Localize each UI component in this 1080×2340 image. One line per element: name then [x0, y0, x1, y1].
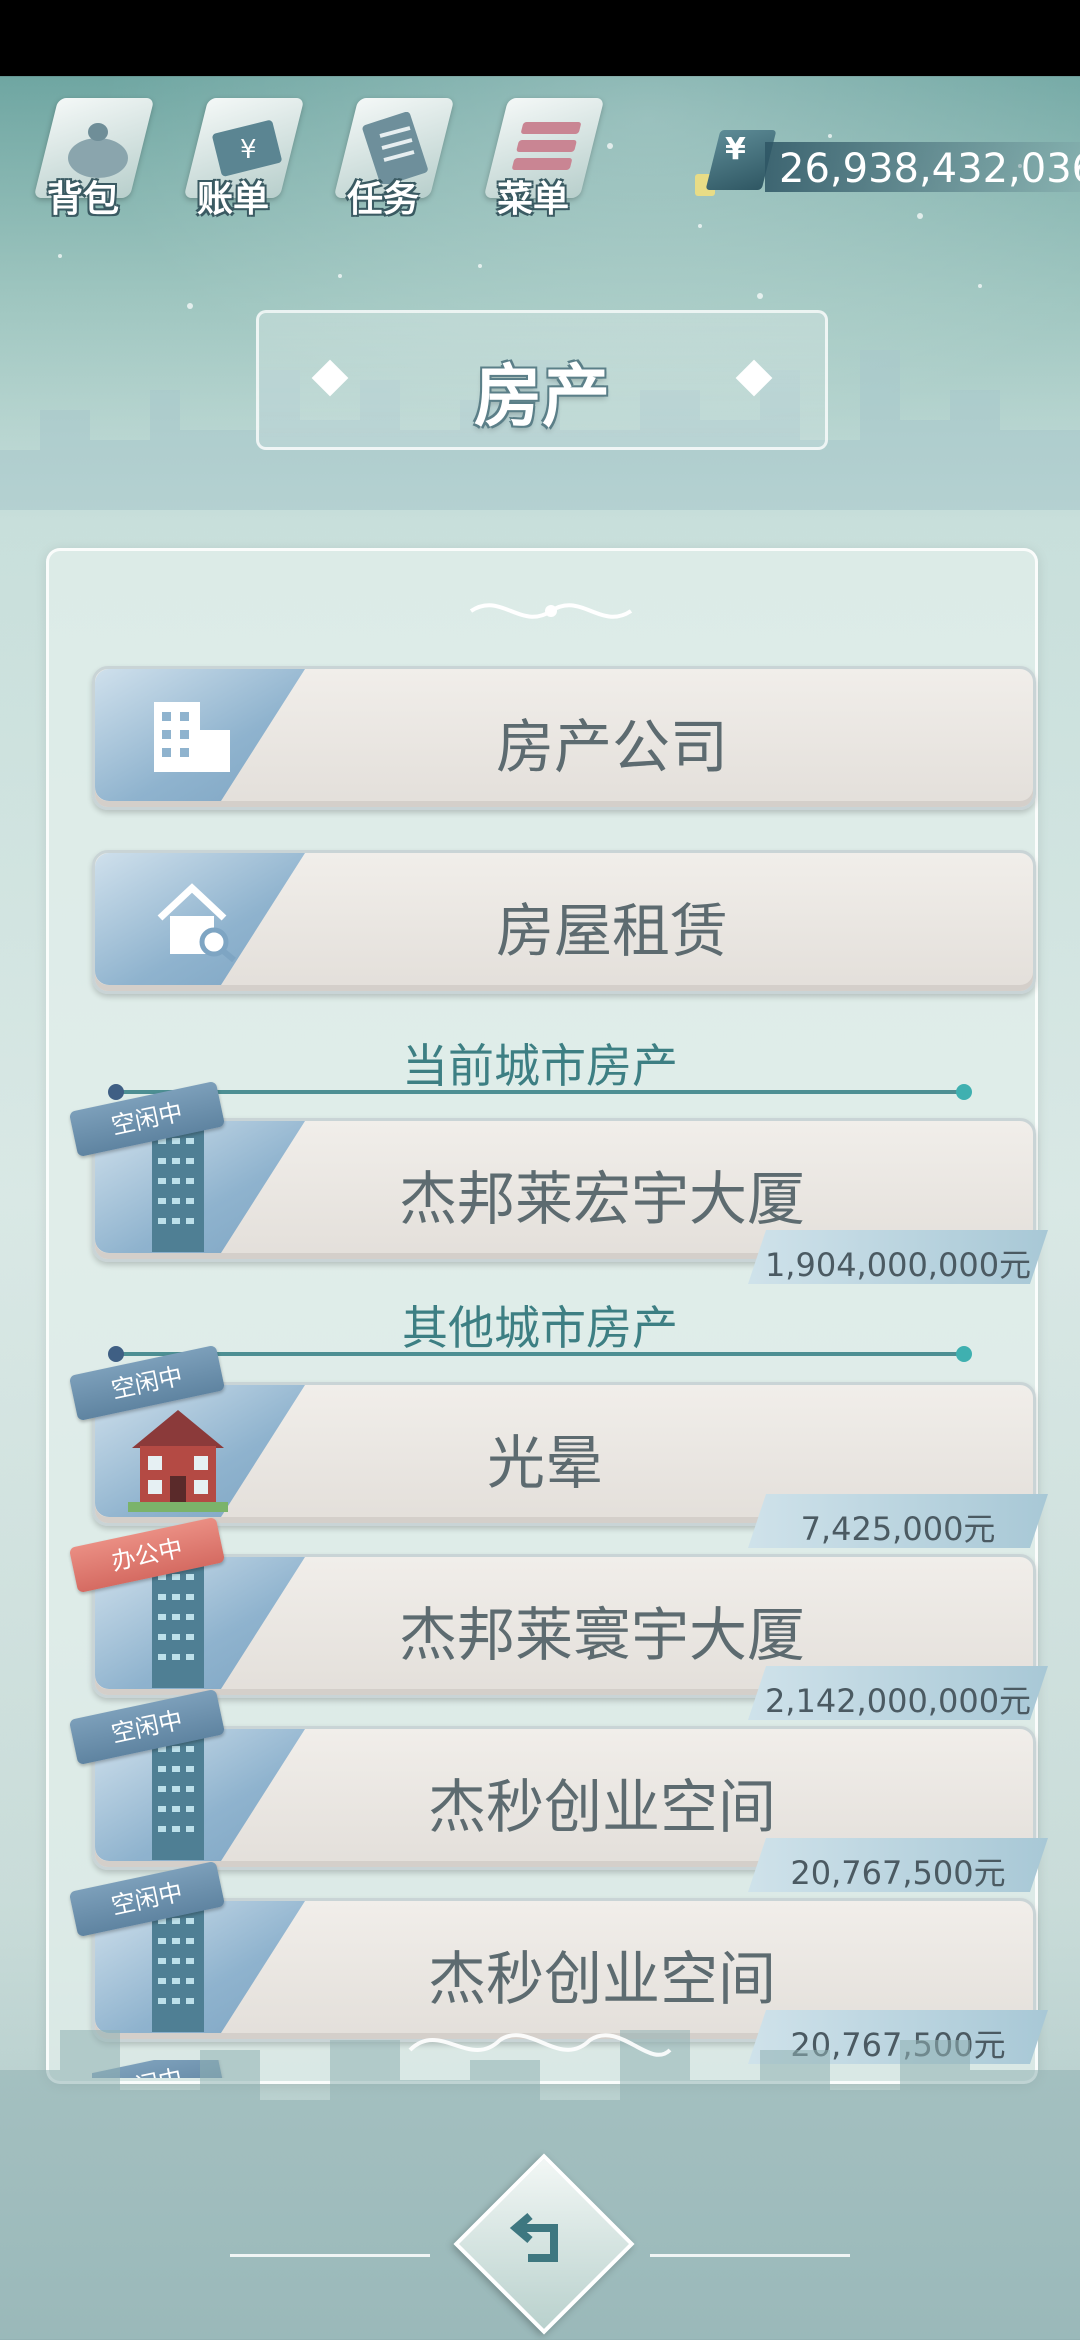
property-card[interactable]: 办公中 杰邦莱寰宇大厦 2,142,000,000元 — [68, 1516, 1048, 1720]
property-price: 20,767,500元 — [790, 1854, 1006, 1892]
property-company-label: 房产公司 — [495, 713, 728, 781]
bill-button[interactable]: ¥ 账单 — [178, 88, 318, 228]
property-name: 杰秒创业空间 — [427, 1773, 776, 1841]
tower-icon — [152, 1564, 204, 1688]
back-icon — [509, 2212, 558, 2262]
tower-icon — [152, 1736, 204, 1860]
bag-label: 背包 — [46, 179, 119, 220]
task-button[interactable]: 任务 — [328, 88, 468, 228]
bill-label: 账单 — [196, 179, 269, 220]
property-price-tag: 2,142,000,000元 — [748, 1666, 1048, 1720]
property-name: 杰邦莱寰宇大厦 — [398, 1601, 805, 1669]
property-card[interactable]: 空闲中 光晕 7,425,000元 — [68, 1344, 1048, 1548]
property-card[interactable]: 空闲中 杰秒创业空间 20,767,500元 — [68, 1688, 1048, 1892]
menu-label: 菜单 — [496, 179, 569, 220]
property-price: 7,425,000元 — [800, 1510, 996, 1548]
house-rental-label: 房屋租赁 — [495, 897, 728, 965]
property-price-tag: 20,767,500元 — [748, 1838, 1048, 1892]
status-bar — [0, 0, 1080, 76]
currency-symbol: ¥ — [725, 132, 746, 167]
property-price: 2,142,000,000元 — [764, 1682, 1032, 1720]
property-company-button[interactable]: 房产公司 — [92, 666, 1036, 810]
deco-line-left — [230, 2254, 430, 2257]
property-name: 杰秒创业空间 — [427, 1945, 776, 2013]
office-building-icon — [154, 702, 230, 772]
currency-value: 26,938,432,036 — [779, 146, 1080, 192]
bag-button[interactable]: 背包 — [28, 88, 168, 228]
house-rental-button[interactable]: 房屋租赁 — [92, 850, 1036, 994]
section-divider — [108, 1084, 972, 1100]
property-name: 杰邦莱宏宇大厦 — [398, 1165, 805, 1233]
property-name: 光晕 — [487, 1429, 604, 1497]
property-price: 1,904,000,000元 — [764, 1246, 1032, 1284]
currency-display: ¥ 26,938,432,036 — [695, 130, 1080, 200]
page-title-frame: 房产 — [256, 310, 828, 450]
svg-text:¥: ¥ — [240, 135, 257, 165]
task-label: 任务 — [346, 179, 419, 220]
property-price-tag: 7,425,000元 — [748, 1494, 1048, 1548]
property-price-tag: 1,904,000,000元 — [748, 1230, 1048, 1284]
deco-line-right — [650, 2254, 850, 2257]
section-divider — [108, 1346, 972, 1362]
menu-button[interactable]: 菜单 — [478, 88, 618, 228]
section-other-cities: 其他城市房产 — [402, 1301, 678, 1355]
property-card[interactable]: 空闲中 杰邦莱宏宇大厦 1,904,000,000元 — [68, 1080, 1048, 1284]
tower-icon — [152, 1128, 204, 1252]
villa-icon — [128, 1410, 228, 1512]
top-ornament — [469, 603, 633, 619]
house-search-icon — [157, 883, 236, 962]
section-current-city: 当前城市房产 — [402, 1039, 678, 1093]
page-title: 房产 — [473, 358, 610, 437]
